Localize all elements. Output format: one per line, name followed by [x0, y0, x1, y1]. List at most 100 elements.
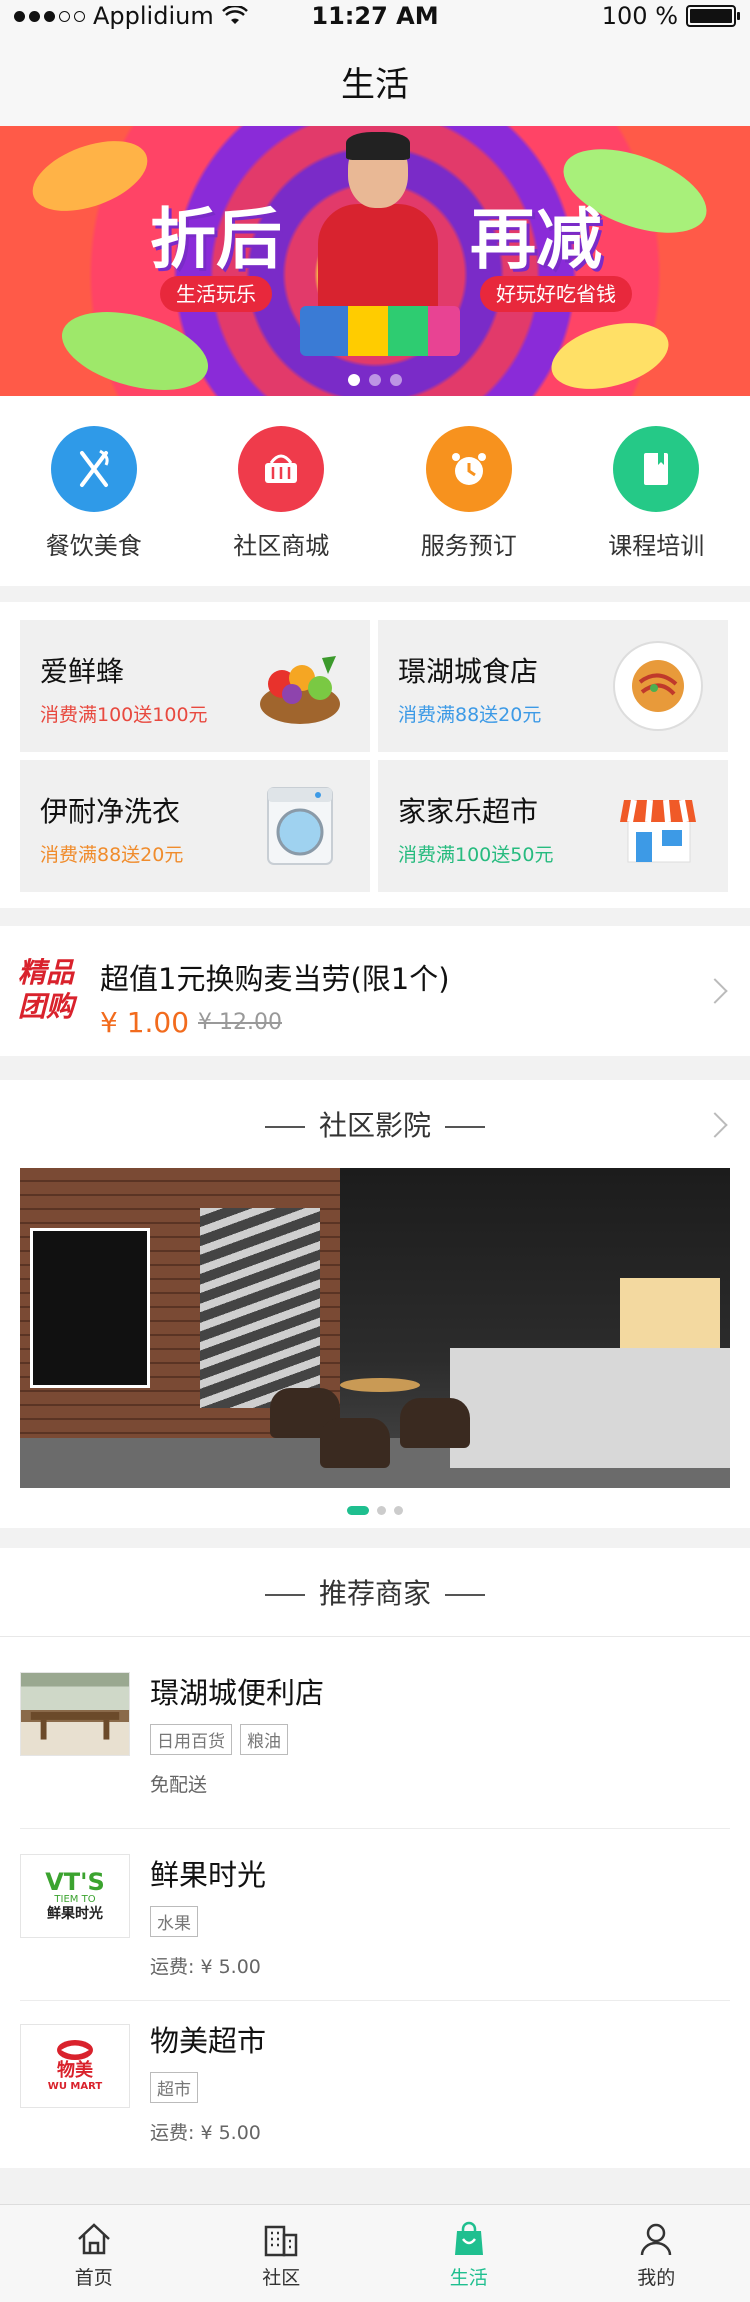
merchant-logo: 物美 WU MART — [20, 2024, 130, 2108]
pager-dot[interactable] — [394, 1506, 403, 1515]
promo-card[interactable]: 伊耐净洗衣 消费满88送20元 — [20, 760, 370, 892]
promo-card[interactable]: 爱鲜蜂 消费满100送100元 — [20, 620, 370, 752]
fruit-basket-icon — [252, 638, 348, 734]
divider — [0, 1636, 750, 1637]
merchant-delivery: 免配送 — [150, 1774, 208, 1796]
promo-desc: 消费满88送20元 — [40, 844, 184, 866]
service-label: 课程培训 — [608, 532, 705, 560]
merchant-name: 璟湖城便利店 — [150, 1676, 325, 1710]
section-title: 社区影院 — [0, 1104, 750, 1144]
book-icon — [613, 426, 700, 512]
section-title: 推荐商家 — [0, 1572, 750, 1612]
merchant-tags: 超市 — [150, 2072, 198, 2103]
alarm-clock-icon — [425, 426, 512, 512]
merchant-logo-text: TIEM TO — [54, 1894, 96, 1905]
nav-bar: 生活 — [0, 36, 750, 126]
merchant-logo-text: WU MART — [47, 2081, 103, 2092]
merchant-logo-text: VT'S — [45, 1868, 105, 1896]
promo-desc: 消费满100送50元 — [398, 844, 554, 866]
merchant-tag: 粮油 — [240, 1724, 288, 1755]
merchant-tag: 水果 — [150, 1906, 198, 1937]
service-mall[interactable]: 社区商城 — [188, 396, 376, 586]
group-buy-logo-line: 精品 — [18, 956, 75, 989]
divider — [20, 1828, 730, 1829]
merchant-section: 推荐商家 璟湖城便利店 日用百货 粮油 免配送 VT'S TIEM TO 鲜果时… — [0, 1548, 750, 2168]
merchant-thumbnail — [20, 1672, 130, 1756]
pager-dot[interactable] — [390, 374, 402, 386]
fork-knife-icon — [50, 426, 137, 512]
merchant-item[interactable]: 璟湖城便利店 日用百货 粮油 免配送 — [0, 1648, 750, 1829]
service-courses[interactable]: 课程培训 — [563, 396, 750, 586]
group-buy-logo-line: 团购 — [18, 990, 75, 1023]
cinema-pager[interactable] — [0, 1506, 750, 1515]
banner-pager[interactable] — [0, 374, 750, 386]
tab-label: 社区 — [262, 2267, 301, 2289]
pager-dot[interactable] — [369, 374, 381, 386]
group-buy-price: ¥ 1.00 — [100, 1006, 190, 1039]
promo-card[interactable]: 家家乐超市 消费满100送50元 — [378, 760, 728, 892]
cinema-section: 社区影院 — [0, 1080, 750, 1528]
merchant-name: 鲜果时光 — [150, 1858, 267, 1892]
section-title-text: 推荐商家 — [251, 1577, 499, 1610]
service-label: 餐饮美食 — [45, 532, 142, 560]
promo-banner[interactable]: 折后 再减 生活玩乐 好玩好吃省钱 — [0, 126, 750, 396]
promo-desc: 消费满88送20元 — [398, 704, 542, 726]
tab-bar: 首页 社区 生活 我的 — [0, 2204, 750, 2302]
tab-label: 首页 — [74, 2267, 113, 2289]
tab-profile[interactable]: 我的 — [563, 2205, 750, 2302]
merchant-shipping-fee: 运费: ¥ 5.00 — [150, 1956, 261, 1978]
service-booking[interactable]: 服务预订 — [375, 396, 563, 586]
chevron-right-icon — [702, 978, 728, 1004]
promo-name: 璟湖城食店 — [398, 655, 539, 688]
tab-community[interactable]: 社区 — [188, 2205, 376, 2302]
wumart-logo-icon — [57, 2040, 93, 2060]
page-title: 生活 — [341, 64, 409, 105]
section-title-text: 社区影院 — [251, 1109, 499, 1142]
merchant-shipping-fee: 运费: ¥ 5.00 — [150, 2122, 261, 2144]
user-icon — [641, 2223, 672, 2256]
tab-life[interactable]: 生活 — [375, 2205, 563, 2302]
merchant-logo-text: 鲜果时光 — [47, 1906, 103, 1922]
group-buy-title: 超值1元换购麦当劳(限1个) — [100, 962, 450, 996]
merchant-tags: 日用百货 粮油 — [150, 1724, 288, 1755]
home-icon — [77, 2223, 110, 2255]
service-label: 社区商城 — [233, 532, 330, 560]
battery-percent: 100 % — [601, 2, 678, 30]
basket-icon — [238, 426, 325, 512]
merchant-tag: 日用百货 — [150, 1724, 232, 1755]
tab-home[interactable]: 首页 — [0, 2205, 188, 2302]
washing-machine-icon — [252, 778, 348, 874]
merchant-item[interactable]: VT'S TIEM TO 鲜果时光 鲜果时光 水果 运费: ¥ 5.00 — [0, 1830, 750, 2010]
status-bar: Applidium 11:27 AM 100 % — [0, 0, 750, 36]
service-grid: 餐饮美食 社区商城 服务预订 课程培训 — [0, 396, 750, 586]
promo-grid: 爱鲜蜂 消费满100送100元 璟湖城食店 消费满88送20元 伊耐净洗衣 消费… — [0, 602, 750, 908]
cinema-photo[interactable] — [20, 1168, 730, 1488]
promo-desc: 消费满100送100元 — [40, 704, 208, 726]
group-buy-item[interactable]: 精品 团购 超值1元换购麦当劳(限1个) ¥ 1.00 ¥ 12.00 — [0, 926, 750, 1056]
merchant-tags: 水果 — [150, 1906, 198, 1937]
promo-name: 伊耐净洗衣 — [40, 795, 181, 828]
tab-label: 我的 — [637, 2267, 676, 2289]
promo-card[interactable]: 璟湖城食店 消费满88送20元 — [378, 620, 728, 752]
battery-icon — [686, 5, 740, 27]
service-dining[interactable]: 餐饮美食 — [0, 396, 188, 586]
banner-headline-right: 再减 — [470, 201, 602, 278]
merchant-item[interactable]: 物美 WU MART 物美超市 超市 运费: ¥ 5.00 — [0, 2000, 750, 2180]
banner-tag-left: 生活玩乐 — [160, 276, 272, 312]
merchant-tag: 超市 — [150, 2072, 198, 2103]
banner-tag-right: 好玩好吃省钱 — [480, 276, 632, 312]
pager-dot-active[interactable] — [347, 1506, 369, 1515]
store-icon — [610, 778, 706, 874]
banner-gifts-image — [300, 306, 460, 356]
merchant-logo: VT'S TIEM TO 鲜果时光 — [20, 1854, 130, 1938]
pager-dot-active[interactable] — [348, 374, 360, 386]
promo-name: 家家乐超市 — [398, 795, 539, 828]
group-buy-original-price: ¥ 12.00 — [198, 1010, 282, 1035]
merchant-name: 物美超市 — [150, 2024, 267, 2058]
shopping-bag-icon — [454, 2221, 483, 2255]
banner-headline-left: 折后 — [150, 201, 282, 278]
building-icon — [265, 2225, 298, 2257]
pager-dot[interactable] — [377, 1506, 386, 1515]
banner-decoration — [23, 127, 157, 225]
promo-name: 爱鲜蜂 — [40, 655, 125, 688]
